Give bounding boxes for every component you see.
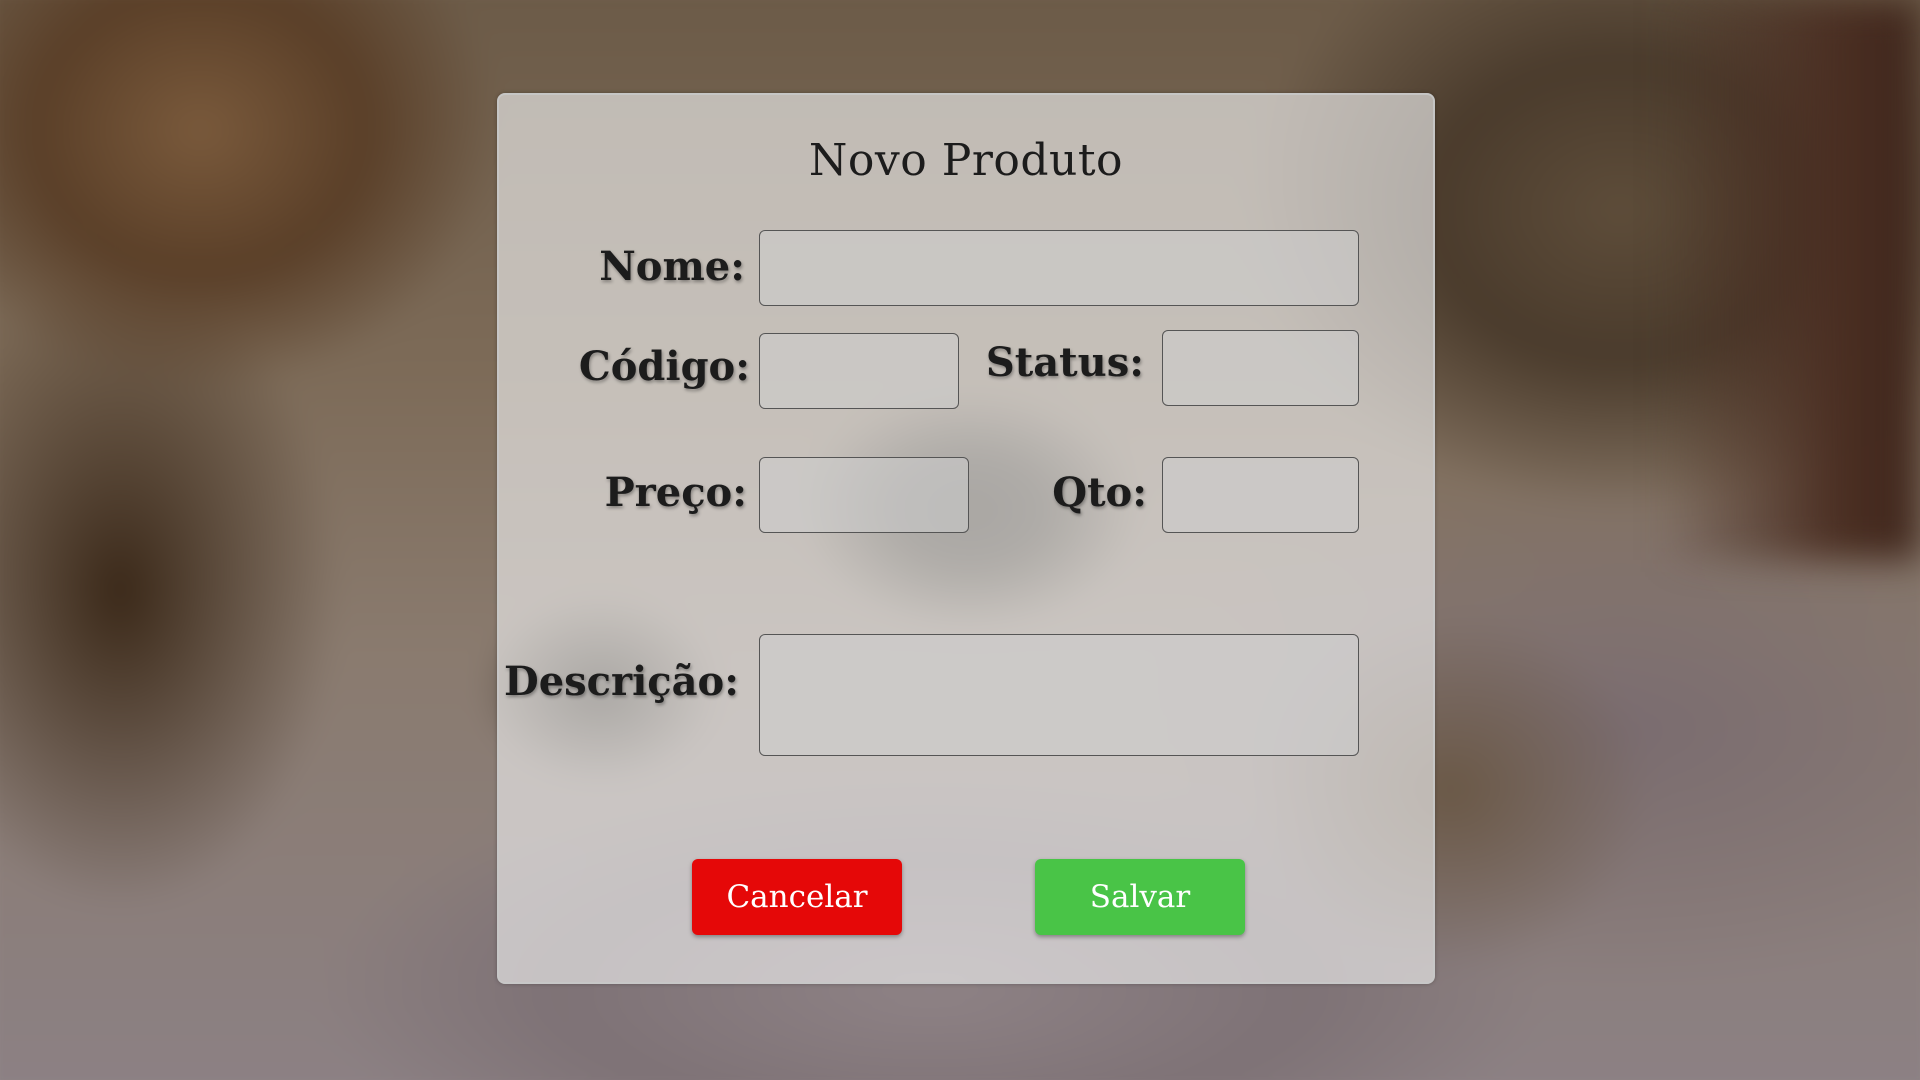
status-input[interactable]	[1162, 330, 1359, 406]
descricao-textarea[interactable]	[759, 634, 1359, 756]
background-shadow	[1660, 0, 1920, 560]
codigo-input[interactable]	[759, 333, 959, 409]
nome-label: Nome:	[599, 243, 745, 290]
preco-input[interactable]	[759, 457, 969, 533]
qto-label: Qto:	[1052, 469, 1147, 516]
descricao-label: Descrição:	[504, 658, 739, 705]
codigo-label: Código:	[578, 343, 750, 390]
form-title: Novo Produto	[808, 135, 1124, 186]
qto-input[interactable]	[1162, 457, 1359, 533]
status-label: Status:	[985, 339, 1144, 386]
preco-label: Preço:	[604, 469, 747, 516]
new-product-form: Novo Produto Nome: Código: Status: Preço…	[497, 93, 1435, 984]
cancel-button[interactable]: Cancelar	[692, 859, 902, 935]
save-button[interactable]: Salvar	[1035, 859, 1245, 935]
nome-input[interactable]	[759, 230, 1359, 306]
